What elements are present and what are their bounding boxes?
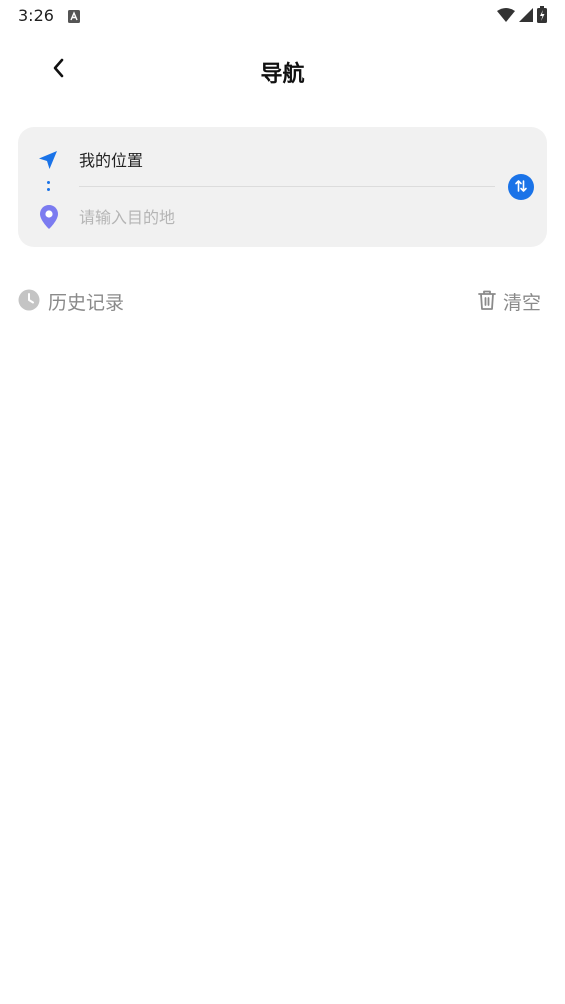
header: 导航: [0, 40, 565, 100]
notification-a-icon: [68, 8, 80, 23]
wifi-icon: [497, 7, 515, 26]
page-title: 导航: [260, 62, 305, 87]
trash-icon: [477, 289, 497, 315]
history-label: 历史记录: [48, 292, 125, 314]
signal-icon: [519, 7, 533, 26]
route-connector: [47, 181, 51, 193]
destination-input[interactable]: [79, 203, 479, 231]
history-header: 历史记录 清空: [18, 284, 547, 320]
route-card: 我的位置: [18, 127, 547, 247]
status-time: 3:26: [18, 6, 54, 25]
origin-row[interactable]: 我的位置: [18, 141, 498, 177]
clear-history-button[interactable]: 清空: [477, 288, 541, 315]
origin-label: 我的位置: [79, 151, 144, 170]
divider: [79, 186, 495, 187]
battery-icon: [537, 6, 547, 27]
status-icons: [497, 6, 547, 27]
swap-button[interactable]: [508, 174, 534, 200]
clear-label: 清空: [502, 292, 541, 314]
navigation-arrow-icon: [38, 150, 58, 170]
status-bar: 3:26: [0, 0, 565, 32]
location-pin-icon: [39, 204, 59, 230]
clock-icon: [18, 289, 40, 315]
destination-row: [18, 199, 498, 235]
swap-icon: [514, 178, 528, 197]
history-title: 历史记录: [18, 288, 124, 315]
